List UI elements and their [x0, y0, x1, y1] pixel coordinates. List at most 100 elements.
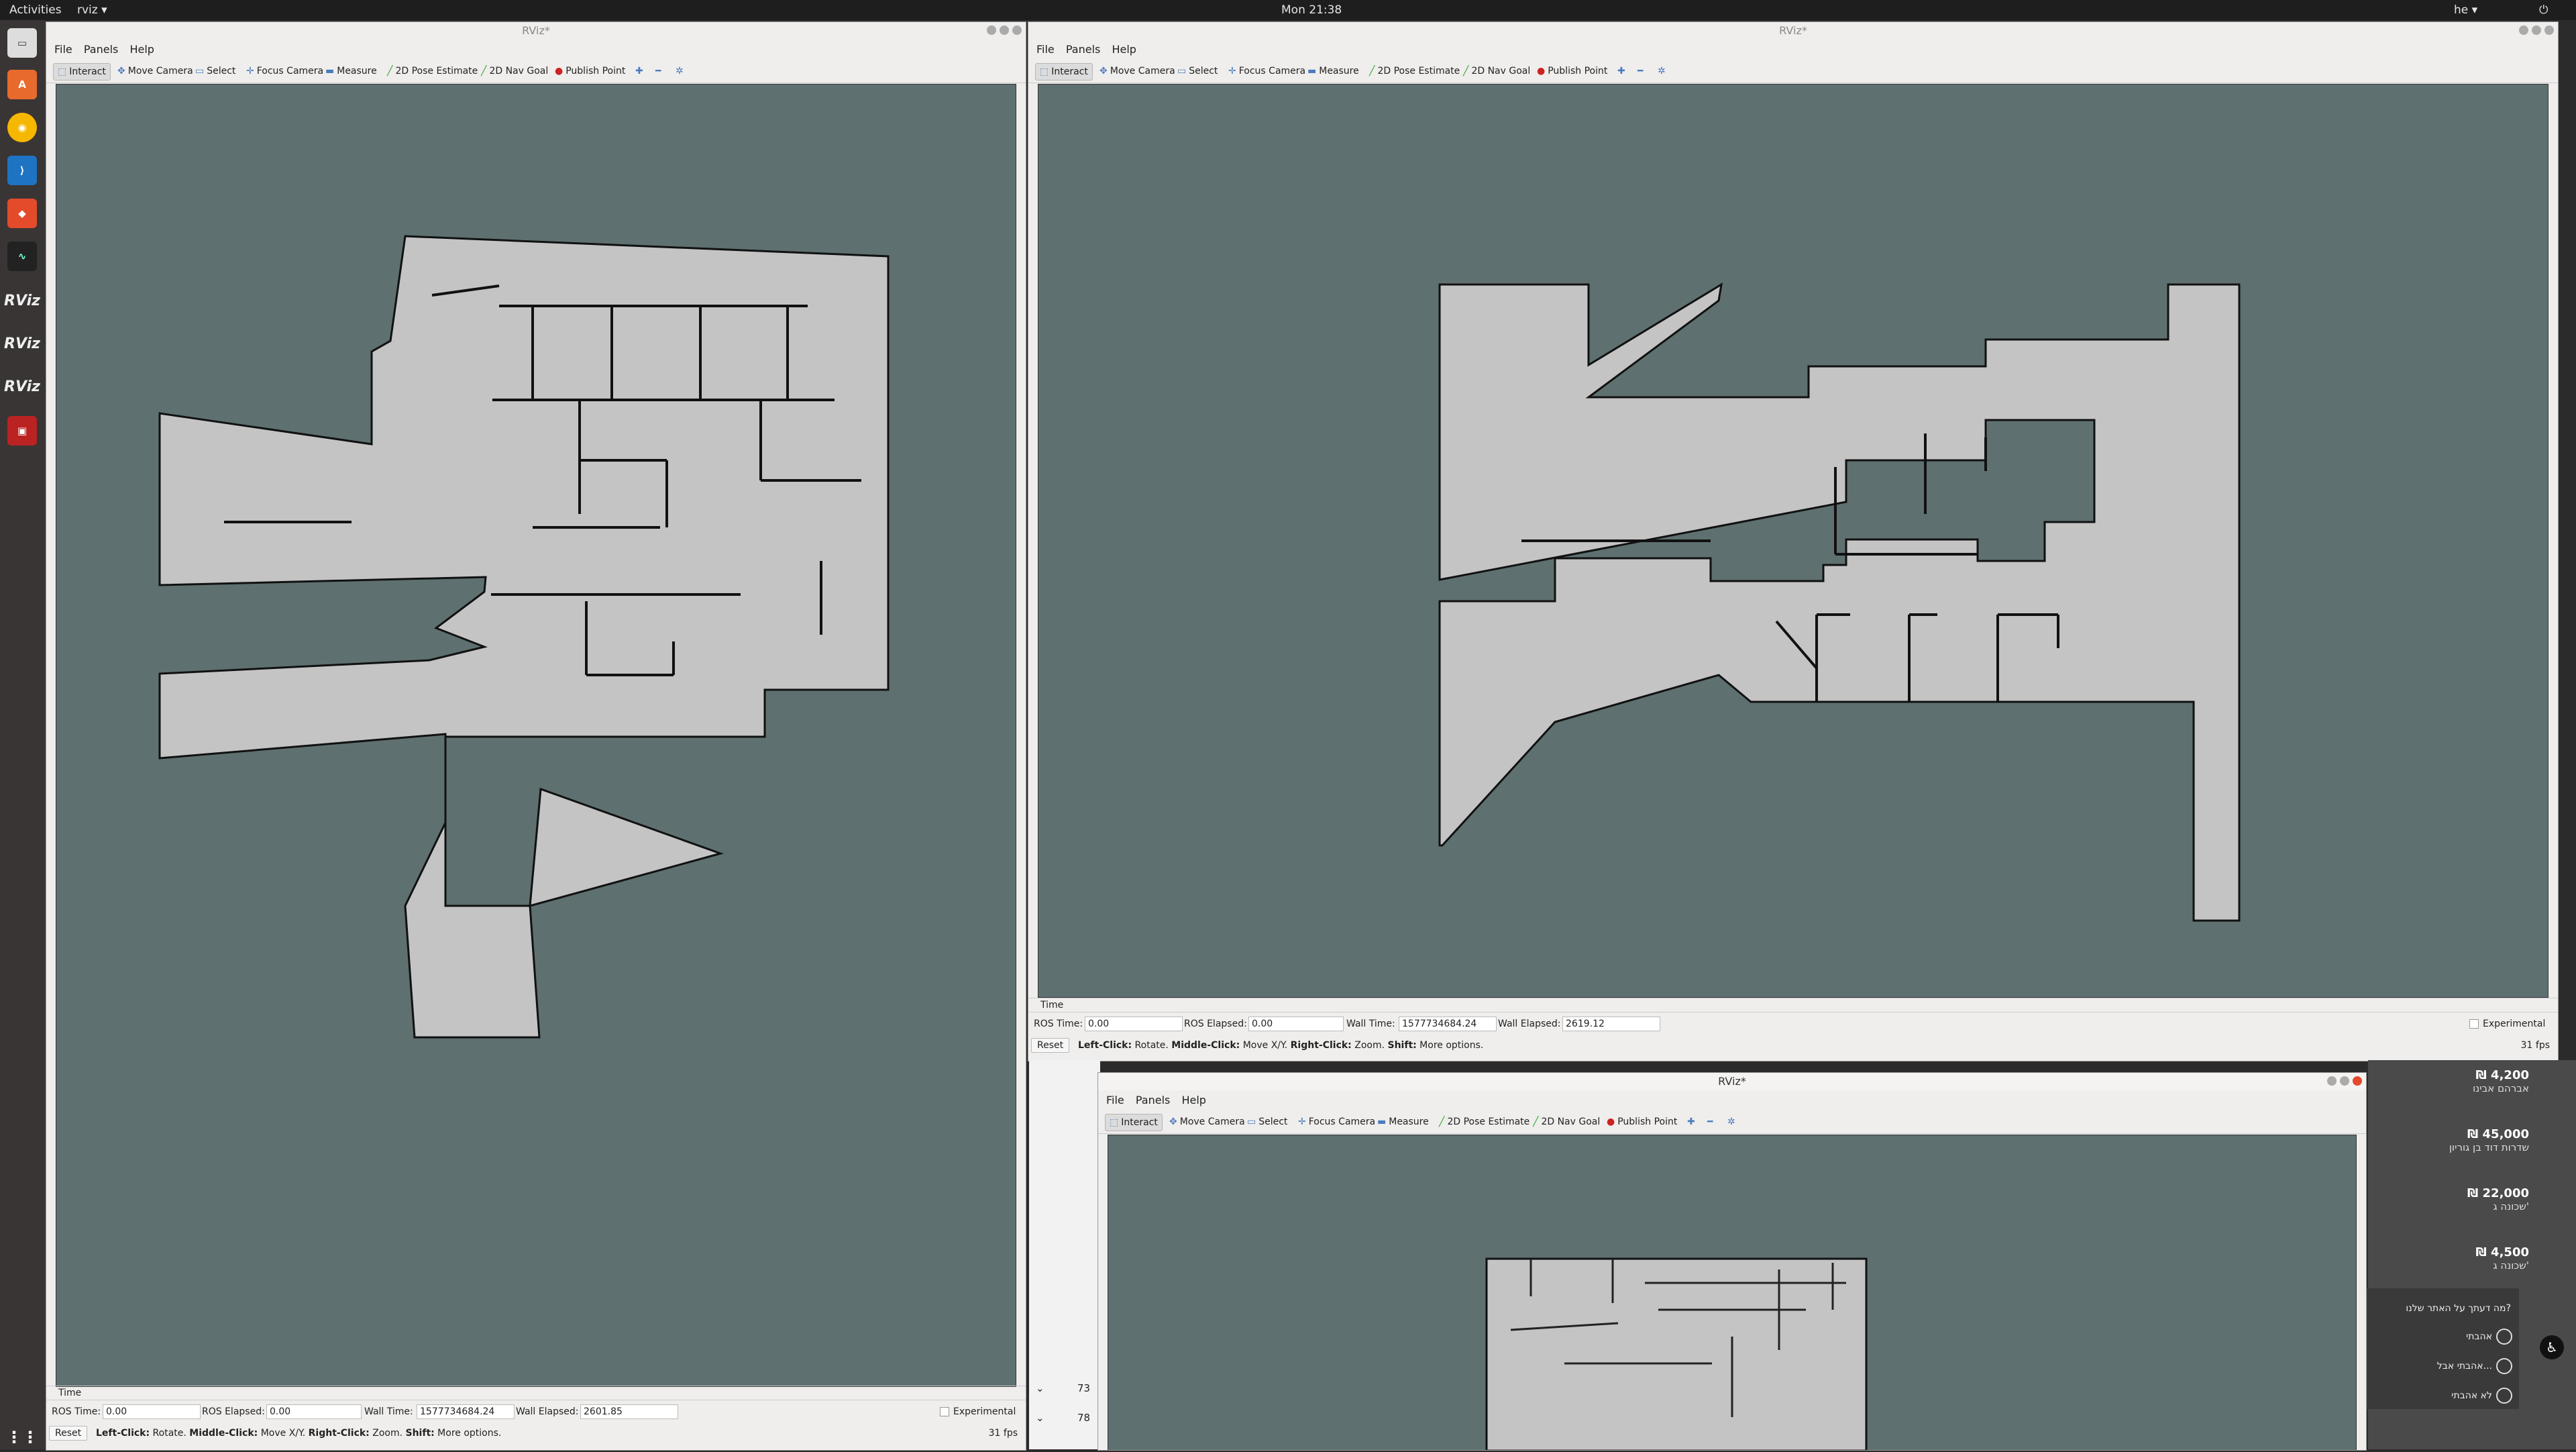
reset-button[interactable]: Reset: [1031, 1038, 1070, 1053]
listing-item[interactable]: ₪ 45,000 שדרות דוד בן גוריון: [2449, 1127, 2529, 1153]
app-menu[interactable]: rviz ▾: [77, 3, 107, 17]
publish-point-tool[interactable]: ● Publish Point: [1603, 1114, 1681, 1130]
experimental-checkbox[interactable]: Experimental: [940, 1406, 1016, 1417]
nav-goal-tool[interactable]: ╱ 2D Nav Goal: [1529, 1114, 1604, 1130]
vscode-icon[interactable]: ⟩: [7, 156, 37, 185]
menu-help[interactable]: Help: [129, 41, 154, 58]
software-icon[interactable]: A: [7, 70, 37, 99]
ros-time-field[interactable]: 0.00: [1085, 1017, 1183, 1031]
focus-camera-tool[interactable]: ✛ Focus Camera: [1224, 63, 1309, 79]
measure-tool[interactable]: ▬ Measure: [1303, 63, 1363, 79]
chevron-down-icon[interactable]: ⌄: [1036, 1382, 1044, 1394]
clock[interactable]: Mon 21:38: [1281, 3, 1342, 17]
chevron-down-icon[interactable]: ⌄: [1036, 1412, 1044, 1424]
remove-tool-icon[interactable]: ━: [1703, 1114, 1719, 1130]
ros-time-field[interactable]: 0.00: [103, 1404, 201, 1419]
publish-point-tool[interactable]: ● Publish Point: [1533, 63, 1611, 79]
wall-elapsed-field[interactable]: 2619.12: [1562, 1017, 1660, 1031]
menu-help[interactable]: Help: [1112, 41, 1136, 58]
remove-tool-icon[interactable]: ━: [1633, 63, 1650, 79]
move-camera-tool[interactable]: ✥ Move Camera: [1095, 63, 1179, 79]
menu-panels[interactable]: Panels: [84, 41, 119, 58]
menu-help[interactable]: Help: [1181, 1092, 1205, 1109]
show-apps-icon[interactable]: ⋮⋮: [6, 1422, 38, 1452]
select-tool[interactable]: ▭ Select: [191, 63, 239, 79]
menu-file[interactable]: File: [54, 41, 72, 58]
tool-settings-icon[interactable]: ✲: [1654, 63, 1672, 79]
nav-goal-tool[interactable]: ╱ 2D Nav Goal: [1459, 63, 1534, 79]
window-title: RViz*: [46, 22, 1026, 40]
measure-tool[interactable]: ▬ Measure: [321, 63, 381, 79]
focus-camera-tool[interactable]: ✛ Focus Camera: [242, 63, 327, 79]
accessibility-icon[interactable]: ♿: [2540, 1335, 2564, 1359]
chrome-icon[interactable]: ◉: [7, 113, 37, 142]
monitor-icon[interactable]: ∿: [7, 242, 37, 271]
pose-estimate-tool[interactable]: ╱ 2D Pose Estimate: [1365, 63, 1464, 79]
maximize-icon[interactable]: [2532, 25, 2541, 35]
experimental-checkbox[interactable]: Experimental: [2469, 1019, 2545, 1029]
select-tool[interactable]: ▭ Select: [1243, 1114, 1291, 1130]
move-camera-tool[interactable]: ✥ Move Camera: [1165, 1114, 1249, 1130]
radio-button[interactable]: [2496, 1358, 2512, 1374]
activities-button[interactable]: Activities: [9, 3, 62, 17]
pose-estimate-tool[interactable]: ╱ 2D Pose Estimate: [383, 63, 482, 79]
interact-tool[interactable]: ⬚ Interact: [1105, 1114, 1163, 1131]
ros-elapsed-label: ROS Elapsed:: [1184, 1019, 1247, 1029]
add-tool-icon[interactable]: ✚: [1683, 1114, 1702, 1130]
ros-elapsed-field[interactable]: 0.00: [266, 1404, 362, 1419]
render-viewport[interactable]: [1108, 1135, 2357, 1450]
move-camera-tool[interactable]: ✥ Move Camera: [113, 63, 197, 79]
rviz-icon[interactable]: RViz: [4, 329, 40, 358]
power-icon[interactable]: ⏻: [2539, 3, 2548, 17]
menu-panels[interactable]: Panels: [1066, 41, 1101, 58]
select-tool[interactable]: ▭ Select: [1173, 63, 1222, 79]
focus-camera-tool[interactable]: ✛ Focus Camera: [1294, 1114, 1379, 1130]
remove-tool-icon[interactable]: ━: [651, 63, 667, 79]
files-icon[interactable]: ▭: [7, 28, 37, 58]
interact-tool[interactable]: ⬚ Interact: [53, 63, 111, 81]
minimize-icon[interactable]: [2327, 1076, 2337, 1086]
ros-elapsed-field[interactable]: 0.00: [1248, 1017, 1344, 1031]
menu-file[interactable]: File: [1036, 41, 1055, 58]
publish-point-tool[interactable]: ● Publish Point: [551, 63, 629, 79]
menu-panels[interactable]: Panels: [1136, 1092, 1171, 1109]
language-indicator[interactable]: he ▾: [2454, 3, 2477, 17]
close-icon[interactable]: [2353, 1076, 2362, 1086]
survey-option[interactable]: אהבתי: [2466, 1331, 2492, 1342]
tool-settings-icon[interactable]: ✲: [672, 63, 690, 79]
menu-file[interactable]: File: [1106, 1092, 1124, 1109]
listing-item[interactable]: ₪ 4,200 אברהם אבינו: [2473, 1068, 2529, 1094]
rviz-icon[interactable]: RViz: [4, 372, 40, 401]
terminal-icon[interactable]: ▣: [7, 416, 37, 446]
listing-item[interactable]: ₪ 4,500 שכונה ג': [2476, 1245, 2529, 1272]
wall-time-field[interactable]: 1577734684.24: [1399, 1017, 1497, 1031]
survey-option[interactable]: אהבתי אבל...: [2437, 1361, 2492, 1371]
measure-tool[interactable]: ▬ Measure: [1373, 1114, 1433, 1130]
wall-elapsed-field[interactable]: 2601.85: [580, 1404, 678, 1419]
tool-settings-icon[interactable]: ✲: [1723, 1114, 1742, 1130]
render-viewport[interactable]: [56, 84, 1016, 1387]
arrow-green-icon: ╱: [481, 66, 487, 76]
close-icon[interactable]: [1012, 25, 1022, 35]
maximize-icon[interactable]: [1000, 25, 1009, 35]
ros-time-label: ROS Time:: [1034, 1019, 1083, 1029]
minimize-icon[interactable]: [987, 25, 996, 35]
pose-estimate-tool[interactable]: ╱ 2D Pose Estimate: [1435, 1114, 1534, 1130]
minimize-icon[interactable]: [2519, 25, 2528, 35]
add-tool-icon[interactable]: ✚: [1613, 63, 1632, 79]
survey-option[interactable]: לא אהבתי: [2451, 1390, 2492, 1401]
close-icon[interactable]: [2544, 25, 2554, 35]
git-icon[interactable]: ◆: [7, 199, 37, 228]
maximize-icon[interactable]: [2340, 1076, 2349, 1086]
reset-button[interactable]: Reset: [49, 1426, 88, 1441]
radio-button[interactable]: [2496, 1329, 2512, 1345]
radio-button[interactable]: [2496, 1388, 2512, 1404]
wall-time-field[interactable]: 1577734684.24: [417, 1404, 515, 1419]
add-tool-icon[interactable]: ✚: [631, 63, 650, 79]
listing-item[interactable]: ₪ 22,000 שכונה ג': [2467, 1186, 2529, 1212]
rviz-icon[interactable]: RViz: [4, 286, 40, 315]
survey-question: מה דעתך על האתר שלנו?: [2406, 1303, 2511, 1314]
nav-goal-tool[interactable]: ╱ 2D Nav Goal: [477, 63, 552, 79]
interact-tool[interactable]: ⬚ Interact: [1035, 63, 1093, 81]
render-viewport[interactable]: [1038, 84, 2548, 998]
